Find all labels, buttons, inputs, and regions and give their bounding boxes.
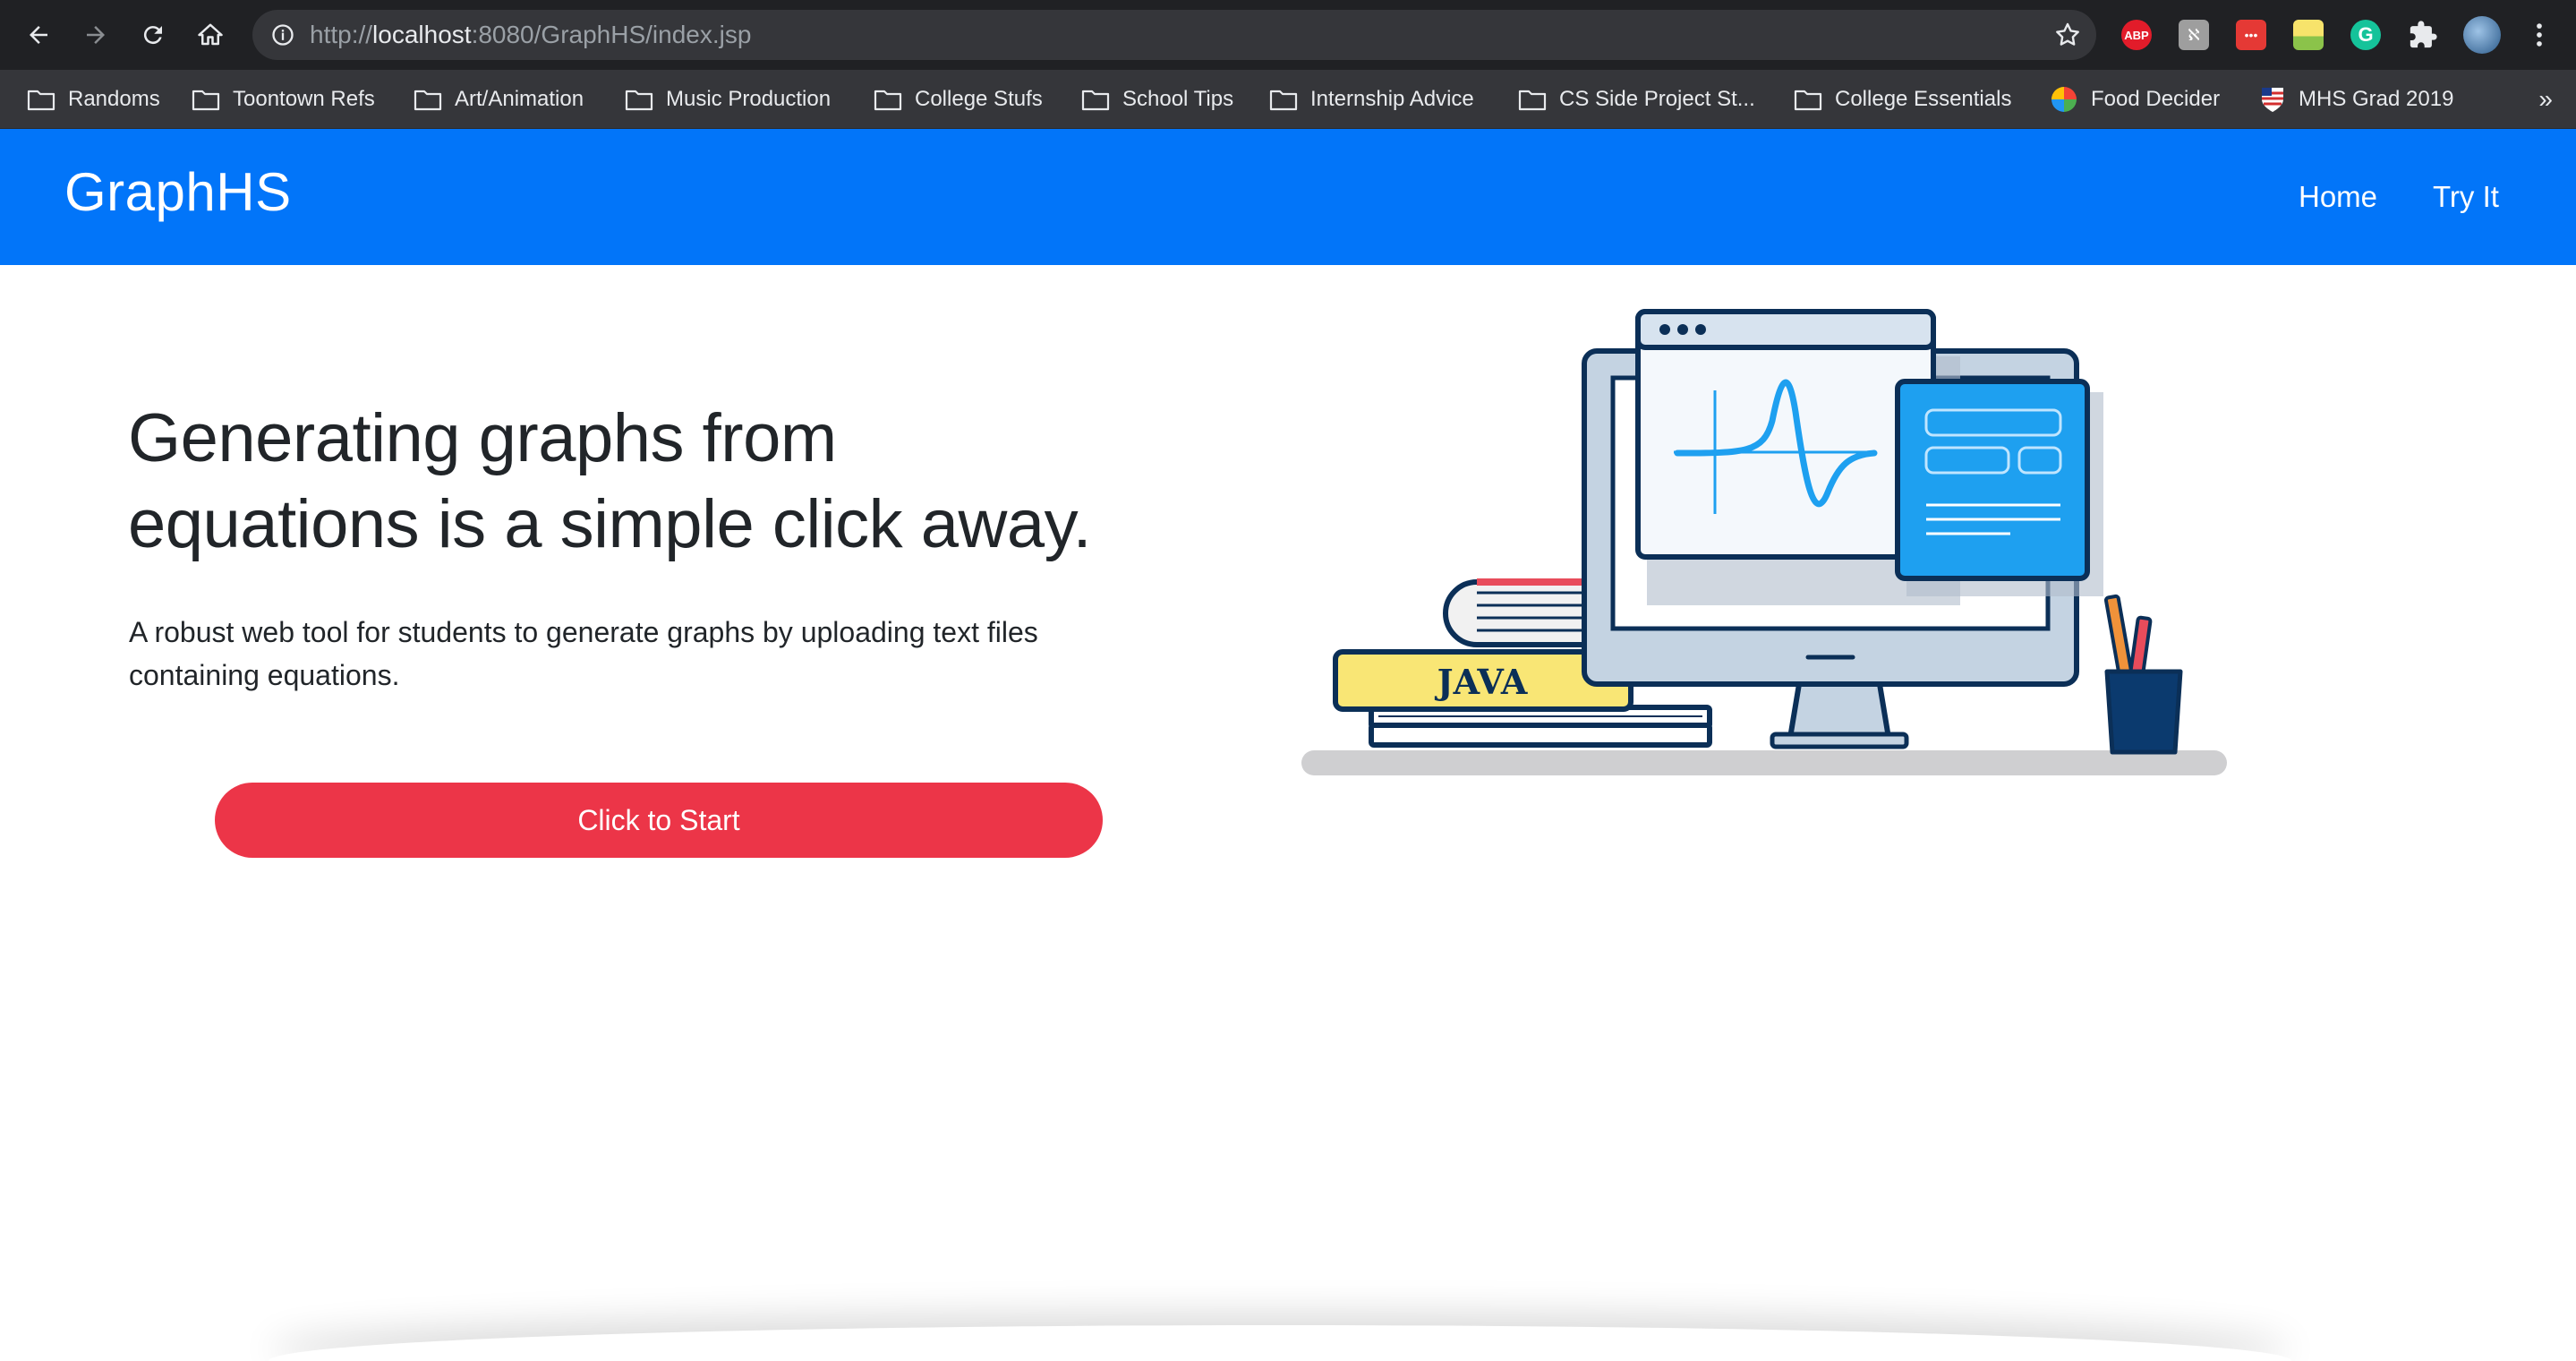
bookmarks-bar: Randoms Toontown Refs Art/Animation Musi… (0, 70, 2576, 129)
folder-icon (1269, 90, 1298, 111)
bookmark-college-stufs[interactable]: College Stufs (874, 70, 1043, 129)
click-to-start-button[interactable]: Click to Start (215, 783, 1103, 858)
folder-icon (1794, 90, 1822, 111)
hero-description: A robust web tool for students to genera… (129, 616, 1038, 691)
back-button[interactable] (16, 13, 61, 57)
color-wheel-icon (2051, 87, 2077, 112)
book-label-java: JAVA (1435, 662, 1528, 702)
info-icon[interactable] (270, 22, 295, 47)
bookmark-internship-advice[interactable]: Internship Advice (1269, 70, 1474, 129)
extension-2-icon[interactable]: ℵ (2179, 20, 2209, 50)
pencil-cup (2103, 594, 2183, 755)
folder-icon (874, 90, 902, 111)
desk-shadow (1301, 750, 2227, 775)
folder-icon (27, 90, 55, 111)
folder-icon (1518, 90, 1547, 111)
bookmark-college-essentials[interactable]: College Essentials (1794, 70, 2011, 129)
bookmark-toontown-refs[interactable]: Toontown Refs (192, 70, 375, 129)
bookmark-mhs-grad-2019[interactable]: MHS Grad 2019 (2259, 70, 2453, 129)
site-navbar: GraphHS Home Try It (0, 129, 2576, 265)
folder-icon (625, 90, 653, 111)
hero-title: Generating graphs from equations is a si… (128, 400, 1092, 562)
bookmark-food-decider[interactable]: Food Decider (2050, 70, 2220, 129)
extension-4-icon[interactable] (2293, 20, 2324, 50)
folder-icon (1081, 90, 1110, 111)
home-icon (198, 23, 223, 46)
hero-illustration: JAVA (1301, 309, 2227, 775)
bookmark-school-tips[interactable]: School Tips (1081, 70, 1233, 129)
arrow-right-icon (87, 26, 105, 44)
nav-try-it-link[interactable]: Try It (2433, 129, 2499, 265)
extension-3-icon[interactable]: ••• (2236, 20, 2266, 50)
folder-icon (192, 90, 220, 111)
home-button[interactable] (188, 13, 233, 57)
grammarly-icon[interactable]: G (2350, 20, 2381, 50)
arrow-left-icon (30, 26, 47, 44)
url-text[interactable]: http://localhost:8080/GraphHS/index.jsp (310, 10, 751, 60)
forward-button[interactable] (73, 13, 118, 57)
profile-avatar[interactable] (2463, 16, 2501, 54)
reload-button[interactable] (131, 13, 175, 57)
bookmark-art-animation[interactable]: Art/Animation (414, 70, 584, 129)
extensions-puzzle-icon[interactable] (2408, 20, 2438, 50)
nav-home-link[interactable]: Home (2299, 129, 2377, 265)
bookmark-music-production[interactable]: Music Production (625, 70, 831, 129)
menu-kebab-icon[interactable] (2524, 20, 2555, 50)
adblock-icon[interactable]: ABP (2121, 20, 2152, 50)
form-card (1895, 379, 2103, 596)
bookmark-star-icon[interactable] (2053, 21, 2082, 49)
page-bottom-shadow (269, 1325, 2291, 1361)
shield-flag-icon (2262, 88, 2283, 112)
browser-toolbar: http://localhost:8080/GraphHS/index.jsp … (0, 0, 2576, 70)
bookmark-cs-side-project[interactable]: CS Side Project St... (1518, 70, 1755, 129)
bookmark-randoms[interactable]: Randoms (27, 70, 160, 129)
folder-icon (414, 90, 442, 111)
bookmarks-overflow-button[interactable]: » (2538, 70, 2553, 129)
address-bar[interactable]: http://localhost:8080/GraphHS/index.jsp (252, 10, 2096, 60)
site-brand[interactable]: GraphHS (64, 129, 292, 265)
reload-icon (143, 26, 162, 45)
